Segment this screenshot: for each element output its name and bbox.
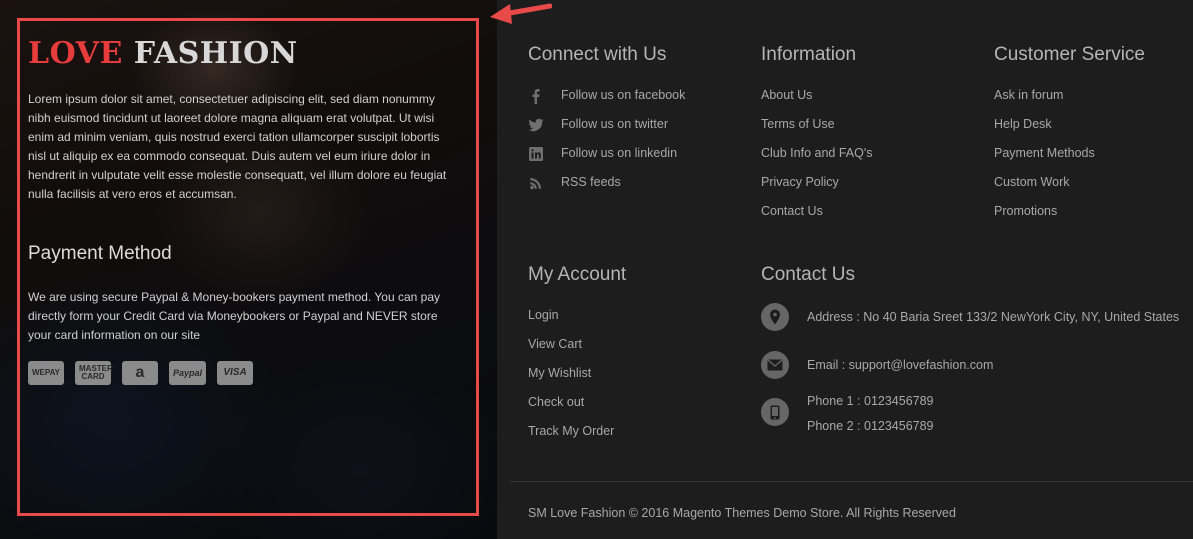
login-link[interactable]: Login [528,308,559,322]
list-item[interactable]: View Cart [528,337,614,366]
list-item[interactable]: Ask in forum [994,88,1095,117]
information-heading: Information [761,44,857,65]
ask-in-forum-link[interactable]: Ask in forum [994,88,1063,102]
list-item[interactable]: Help Desk [994,117,1095,146]
my-wishlist-link[interactable]: My Wishlist [528,366,591,380]
copyright-text: SM Love Fashion © 2016 Magento Themes De… [528,506,956,520]
facebook-icon [528,88,544,104]
rss-link[interactable]: RSS feeds [561,175,621,189]
list-item[interactable]: Track My Order [528,424,614,453]
linkedin-link[interactable]: Follow us on linkedin [561,146,677,160]
list-item[interactable]: Club Info and FAQ's [761,146,872,175]
phone-numbers: Phone 1 : 0123456789 Phone 2 : 012345678… [807,394,934,433]
list-item[interactable]: Payment Methods [994,146,1095,175]
list-item[interactable]: RSS feeds [528,175,685,204]
my-account-list: Login View Cart My Wishlist Check out Tr… [528,308,614,453]
my-account-heading: My Account [528,264,627,285]
footer-divider [510,481,1193,482]
help-desk-link[interactable]: Help Desk [994,117,1052,131]
track-order-link[interactable]: Track My Order [528,424,614,438]
highlight-box [17,18,479,516]
terms-of-use-link[interactable]: Terms of Use [761,117,835,131]
mobile-phone-icon [761,398,789,426]
customer-service-list: Ask in forum Help Desk Payment Methods C… [994,88,1095,233]
email-link[interactable]: Email : support@lovefashion.com [807,358,993,372]
list-item[interactable]: About Us [761,88,872,117]
information-list: About Us Terms of Use Club Info and FAQ'… [761,88,872,233]
customer-service-heading: Customer Service [994,44,1145,65]
list-item[interactable]: Follow us on facebook [528,88,685,117]
list-item[interactable]: Login [528,308,614,337]
list-item[interactable]: My Wishlist [528,366,614,395]
list-item[interactable]: Check out [528,395,614,424]
contact-phone: Phone 1 : 0123456789 Phone 2 : 012345678… [761,394,934,433]
facebook-link[interactable]: Follow us on facebook [561,88,685,102]
list-item[interactable]: Privacy Policy [761,175,872,204]
list-item[interactable]: Follow us on linkedin [528,146,685,175]
list-item[interactable]: Promotions [994,204,1095,233]
about-us-link[interactable]: About Us [761,88,812,102]
connect-heading: Connect with Us [528,44,667,65]
contact-email: Email : support@lovefashion.com [761,351,993,379]
check-out-link[interactable]: Check out [528,395,584,409]
custom-work-link[interactable]: Custom Work [994,175,1069,189]
club-info-faq-link[interactable]: Club Info and FAQ's [761,146,872,160]
phone-2-text: Phone 2 : 0123456789 [807,419,934,433]
connect-list: Follow us on facebook Follow us on twitt… [528,88,685,204]
list-item[interactable]: Follow us on twitter [528,117,685,146]
linkedin-icon [528,146,544,162]
view-cart-link[interactable]: View Cart [528,337,582,351]
privacy-policy-link[interactable]: Privacy Policy [761,175,839,189]
list-item[interactable]: Terms of Use [761,117,872,146]
phone-1-text: Phone 1 : 0123456789 [807,394,934,408]
payment-methods-link[interactable]: Payment Methods [994,146,1095,160]
promotions-link[interactable]: Promotions [994,204,1057,218]
annotation-arrow-icon [490,3,552,24]
envelope-icon [761,351,789,379]
map-marker-icon [761,303,789,331]
address-text: Address : No 40 Baria Sreet 133/2 NewYor… [807,310,1180,324]
contact-us-link[interactable]: Contact Us [761,204,823,218]
contact-heading: Contact Us [761,264,855,285]
rss-icon [528,175,544,191]
list-item[interactable]: Contact Us [761,204,872,233]
twitter-icon [528,117,544,133]
list-item[interactable]: Custom Work [994,175,1095,204]
twitter-link[interactable]: Follow us on twitter [561,117,668,131]
contact-address: Address : No 40 Baria Sreet 133/2 NewYor… [761,303,1179,331]
